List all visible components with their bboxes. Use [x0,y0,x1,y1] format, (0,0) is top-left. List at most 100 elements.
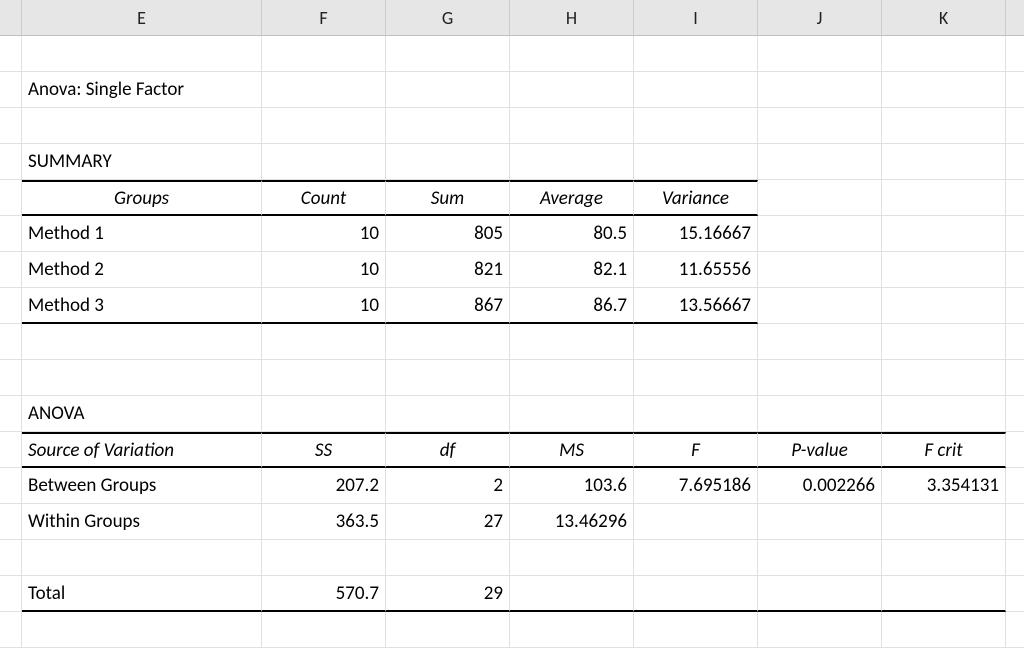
cell[interactable] [510,540,634,576]
cell[interactable] [882,216,1006,252]
cell[interactable] [882,396,1006,432]
cell[interactable] [634,36,758,72]
cell[interactable] [634,72,758,108]
anova-total-label[interactable]: Total [22,576,262,612]
anova-heading[interactable]: ANOVA [22,396,262,432]
summary-row-var[interactable]: 15.16667 [634,216,758,252]
select-all-corner[interactable] [0,0,22,36]
anova-total-fcrit[interactable] [882,576,1006,612]
cell[interactable] [386,144,510,180]
cell[interactable] [634,324,758,360]
col-head-k[interactable]: K [882,0,1006,36]
cell[interactable] [22,360,262,396]
summary-row-group[interactable]: Method 2 [22,252,262,288]
cell[interactable] [262,324,386,360]
cell[interactable] [634,108,758,144]
cell[interactable] [262,72,386,108]
anova-title[interactable]: Anova: Single Factor [22,72,262,108]
cell[interactable] [510,72,634,108]
summary-col-sum[interactable]: Sum [386,180,510,216]
cell[interactable] [882,612,1006,648]
summary-row-var[interactable]: 13.56667 [634,288,758,324]
cell[interactable] [882,108,1006,144]
row-head[interactable] [0,360,22,396]
cell[interactable] [882,360,1006,396]
row-head[interactable] [0,396,22,432]
summary-col-count[interactable]: Count [262,180,386,216]
cell[interactable] [758,360,882,396]
cell[interactable] [634,360,758,396]
row-head[interactable] [0,432,22,468]
cell[interactable] [510,360,634,396]
summary-row-group[interactable]: Method 1 [22,216,262,252]
cell[interactable] [882,324,1006,360]
cell[interactable] [1006,540,1024,576]
cell[interactable] [1006,396,1024,432]
cell[interactable] [1006,216,1024,252]
anova-within-ss[interactable]: 363.5 [262,504,386,540]
row-head[interactable] [0,108,22,144]
summary-row-sum[interactable]: 821 [386,252,510,288]
cell[interactable] [262,144,386,180]
col-head-g[interactable]: G [386,0,510,36]
cell[interactable] [22,108,262,144]
summary-col-variance[interactable]: Variance [634,180,758,216]
cell[interactable] [758,144,882,180]
cell[interactable] [1006,576,1024,612]
cell[interactable] [386,360,510,396]
row-head[interactable] [0,180,22,216]
row-head[interactable] [0,288,22,324]
col-head-f[interactable]: F [262,0,386,36]
cell[interactable] [386,108,510,144]
cell[interactable] [634,612,758,648]
anova-within-ms[interactable]: 13.46296 [510,504,634,540]
cell[interactable] [758,216,882,252]
summary-row-group[interactable]: Method 3 [22,288,262,324]
anova-within-label[interactable]: Within Groups [22,504,262,540]
cell[interactable] [262,360,386,396]
row-head[interactable] [0,72,22,108]
cell[interactable] [510,108,634,144]
anova-between-label[interactable]: Between Groups [22,468,262,504]
cell[interactable] [882,36,1006,72]
cell[interactable] [1006,72,1024,108]
anova-within-fcrit[interactable] [882,504,1006,540]
cell[interactable] [1006,612,1024,648]
summary-col-average[interactable]: Average [510,180,634,216]
summary-row-avg[interactable]: 82.1 [510,252,634,288]
anova-between-ss[interactable]: 207.2 [262,468,386,504]
cell[interactable] [634,144,758,180]
cell[interactable] [22,324,262,360]
cell[interactable] [1006,144,1024,180]
cell[interactable] [262,396,386,432]
cell[interactable] [262,36,386,72]
cell[interactable] [510,612,634,648]
cell[interactable] [882,540,1006,576]
cell[interactable] [386,612,510,648]
cell[interactable] [22,612,262,648]
cell[interactable] [1006,432,1024,468]
cell[interactable] [634,396,758,432]
row-head[interactable] [0,252,22,288]
spreadsheet-grid[interactable]: E F G H I J K Anova: Single Factor SUMMA… [0,0,1024,648]
anova-col-fcrit[interactable]: F crit [882,432,1006,468]
cell[interactable] [1006,504,1024,540]
cell[interactable] [1006,468,1024,504]
row-head[interactable] [0,576,22,612]
cell[interactable] [1006,36,1024,72]
summary-col-groups[interactable]: Groups [22,180,262,216]
col-head-h[interactable]: H [510,0,634,36]
anova-col-pvalue[interactable]: P-value [758,432,882,468]
col-head-j[interactable]: J [758,0,882,36]
cell[interactable] [262,108,386,144]
cell[interactable] [758,108,882,144]
anova-total-ss[interactable]: 570.7 [262,576,386,612]
cell[interactable] [386,540,510,576]
cell[interactable] [758,72,882,108]
cell[interactable] [1006,324,1024,360]
cell[interactable] [634,540,758,576]
anova-between-f[interactable]: 7.695186 [634,468,758,504]
anova-total-ms[interactable] [510,576,634,612]
row-head[interactable] [0,216,22,252]
anova-between-ms[interactable]: 103.6 [510,468,634,504]
